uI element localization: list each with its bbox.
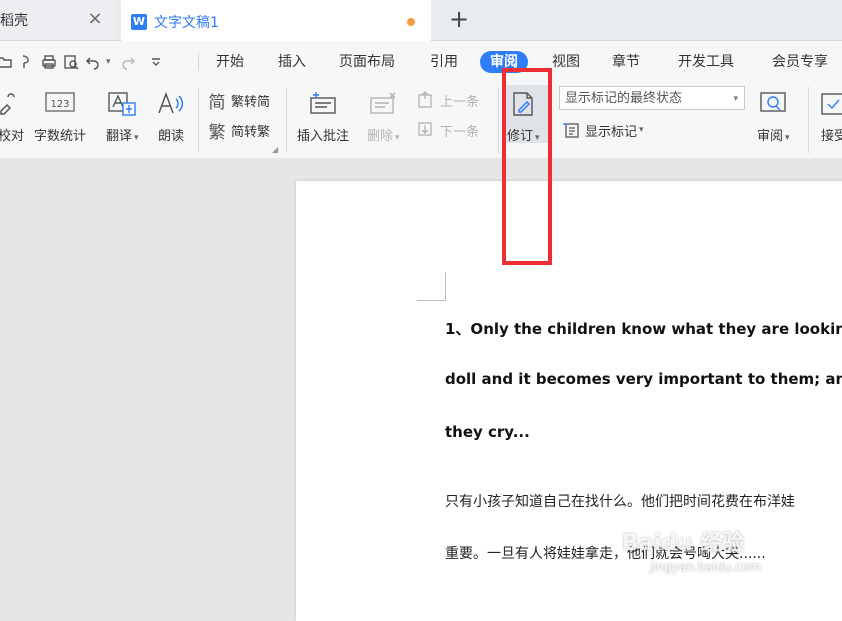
undo-dropdown-icon[interactable]: ▾ bbox=[106, 57, 111, 67]
format-painter-icon[interactable] bbox=[16, 51, 38, 73]
proofread-label: 校对 bbox=[0, 129, 24, 144]
proofread-button[interactable]: 校对 bbox=[0, 89, 26, 144]
word-count-label: 字数统计 bbox=[34, 129, 87, 144]
divider bbox=[498, 87, 499, 153]
divider bbox=[198, 53, 199, 71]
show-markup-icon bbox=[561, 120, 581, 140]
menu-tab-insert[interactable]: 插入 bbox=[278, 51, 306, 73]
divider bbox=[808, 87, 809, 153]
chevron-down-icon: ▾ bbox=[785, 133, 790, 143]
review-pane-icon bbox=[758, 89, 788, 119]
proofread-icon bbox=[0, 89, 26, 119]
chevron-down-icon: ▾ bbox=[134, 133, 139, 143]
markup-display-value: 显示标记的最终状态 bbox=[565, 91, 683, 106]
next-comment-label: 下一条 bbox=[440, 124, 480, 140]
menu-tab-view[interactable]: 视图 bbox=[552, 51, 580, 73]
divider bbox=[286, 87, 287, 153]
chevron-down-icon: ▾ bbox=[395, 133, 400, 143]
trad-to-simp-icon: 简 bbox=[208, 92, 226, 113]
word-count-icon: 123 bbox=[45, 89, 75, 119]
print-preview-icon[interactable] bbox=[60, 51, 82, 73]
simp-to-trad-label: 简转繁 bbox=[231, 124, 271, 140]
customize-quick-access-icon[interactable] bbox=[145, 51, 167, 73]
redo-icon[interactable] bbox=[117, 51, 139, 73]
divider bbox=[198, 87, 199, 153]
markup-display-select[interactable]: 显示标记的最终状态 ▾ bbox=[559, 86, 745, 110]
menu-tab-references[interactable]: 引用 bbox=[430, 51, 458, 73]
next-comment-icon bbox=[416, 120, 436, 140]
delete-comment-icon bbox=[368, 89, 398, 119]
close-icon[interactable]: × bbox=[86, 10, 104, 28]
translate-label: 翻译 bbox=[106, 129, 133, 144]
read-aloud-icon bbox=[156, 89, 186, 119]
document-line[interactable]: they cry... bbox=[445, 423, 530, 441]
menu-tab-membership[interactable]: 会员专享 bbox=[772, 51, 828, 73]
delete-comment-label: 删除 bbox=[367, 129, 394, 144]
document-line[interactable]: doll and it becomes very important to th… bbox=[445, 370, 842, 388]
document-line[interactable]: 1、Only the children know what they are l… bbox=[445, 318, 842, 339]
accept-icon bbox=[819, 89, 842, 119]
chevron-down-icon: ▾ bbox=[639, 125, 644, 135]
trad-to-simp-label: 繁转简 bbox=[231, 94, 271, 110]
baidu-watermark-url: jingyan.baidu.com bbox=[650, 560, 761, 574]
document-line[interactable]: 只有小孩子知道自己在找什么。他们把时间花费在布洋娃 bbox=[445, 491, 795, 511]
word-count-icon-text: 123 bbox=[50, 99, 69, 110]
page-margin-mark bbox=[417, 272, 446, 301]
annotation-highlight-box bbox=[502, 68, 552, 265]
review-pane-label: 审阅 bbox=[757, 129, 784, 144]
delete-comment-button[interactable]: 删除 ▾ bbox=[367, 89, 400, 144]
menu-tab-home[interactable]: 开始 bbox=[216, 51, 244, 73]
menu-tab-page-layout[interactable]: 页面布局 bbox=[339, 51, 395, 73]
ribbon: ▾ 开始 插入 页面布局 引用 审阅 视图 章节 开发工具 会员专享 校对 12… bbox=[0, 41, 842, 159]
tab-docer[interactable]: 稻壳 × bbox=[0, 0, 116, 40]
translate-icon bbox=[107, 89, 137, 119]
open-folder-icon[interactable] bbox=[0, 51, 16, 73]
word-count-button[interactable]: 123 字数统计 bbox=[34, 89, 86, 144]
show-markup-label: 显示标记 bbox=[585, 124, 638, 140]
read-aloud-button[interactable]: 朗读 bbox=[156, 89, 186, 144]
tab-label: 稻壳 bbox=[0, 13, 28, 29]
chevron-down-icon: ▾ bbox=[733, 94, 738, 104]
review-pane-button[interactable]: 审阅 ▾ bbox=[757, 89, 790, 144]
simp-to-trad-icon: 繁 bbox=[208, 122, 226, 143]
unsaved-dot-icon bbox=[407, 18, 415, 26]
menu-tab-sections[interactable]: 章节 bbox=[612, 51, 640, 73]
print-icon[interactable] bbox=[38, 51, 60, 73]
read-aloud-label: 朗读 bbox=[157, 129, 184, 144]
previous-comment-button[interactable]: 上一条 bbox=[416, 89, 479, 111]
insert-comment-button[interactable]: 插入批注 bbox=[297, 89, 349, 144]
previous-comment-label: 上一条 bbox=[440, 94, 480, 110]
group-expand-icon[interactable]: ◢ bbox=[272, 145, 278, 154]
quick-access-toolbar: ▾ bbox=[0, 51, 167, 73]
new-tab-button[interactable]: + bbox=[446, 7, 472, 33]
trad-to-simp-button[interactable]: 简 繁转简 bbox=[207, 89, 271, 113]
menu-tab-developer[interactable]: 开发工具 bbox=[678, 51, 734, 73]
baidu-watermark: Baidu 经验 bbox=[622, 531, 745, 556]
tab-label: 文字文稿1 bbox=[154, 14, 219, 31]
insert-comment-label: 插入批注 bbox=[297, 129, 350, 144]
translate-button[interactable]: 翻译 ▾ bbox=[106, 89, 139, 144]
show-markup-button[interactable]: 显示标记 ▾ bbox=[561, 119, 644, 141]
next-comment-button[interactable]: 下一条 bbox=[416, 119, 479, 141]
accept-label: 接受 bbox=[820, 129, 842, 144]
previous-comment-icon bbox=[416, 90, 436, 110]
insert-comment-icon bbox=[308, 89, 338, 119]
simp-to-trad-button[interactable]: 繁 简转繁 bbox=[207, 119, 271, 143]
wps-writer-icon: W bbox=[131, 13, 147, 30]
undo-icon[interactable] bbox=[82, 51, 104, 73]
tab-bar: 稻壳 × W 文字文稿1 + bbox=[0, 0, 842, 41]
accept-changes-button[interactable]: 接受 bbox=[819, 89, 842, 144]
tab-document[interactable]: W 文字文稿1 bbox=[121, 0, 431, 41]
